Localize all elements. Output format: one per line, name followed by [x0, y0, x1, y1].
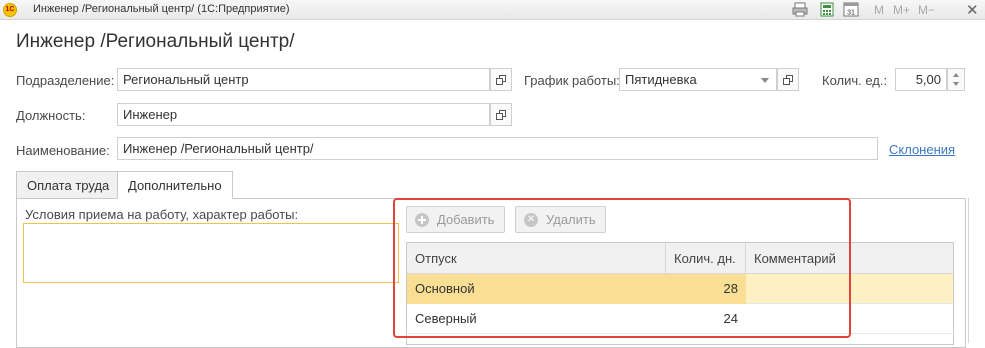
tab-payment[interactable]: Оплата труда	[16, 171, 121, 199]
cell-days: 24	[723, 311, 738, 326]
calculator-icon[interactable]	[819, 2, 835, 17]
name-field[interactable]: Инженер /Региональный центр/	[117, 137, 878, 160]
window-titlebar: 1С Инженер /Региональный центр/ (1С:Пред…	[0, 0, 985, 20]
stepper-down-icon[interactable]	[953, 82, 959, 86]
subdivision-open-button[interactable]	[490, 68, 512, 91]
cell-days: 28	[666, 274, 746, 304]
app-logo-icon: 1С	[3, 3, 17, 17]
delete-circle-icon: ✕	[524, 213, 538, 227]
column-header-days[interactable]: Колич. дн.	[666, 243, 746, 274]
memory-minus-button[interactable]: M−	[918, 3, 935, 17]
stepper-up-icon[interactable]	[953, 73, 959, 77]
table-header: Отпуск Колич. дн. Комментарий	[407, 243, 953, 274]
cell-comment	[746, 274, 953, 304]
schedule-open-button[interactable]	[777, 68, 799, 91]
calendar-day-text: 31	[847, 10, 855, 17]
position-field[interactable]: Инженер	[117, 103, 490, 126]
table-row[interactable]: Основной 28	[407, 274, 953, 304]
subdivision-label: Подразделение:	[16, 73, 115, 88]
delete-button-label: Удалить	[546, 212, 596, 227]
tab-additional[interactable]: Дополнительно	[117, 171, 233, 199]
cell-vacation: Северный	[415, 311, 477, 326]
conditions-textarea[interactable]	[23, 223, 399, 283]
add-circle-icon	[415, 213, 429, 227]
calendar-icon[interactable]: 31	[843, 2, 859, 17]
subdivision-field[interactable]: Региональный центр	[117, 68, 490, 91]
chevron-down-icon[interactable]	[761, 78, 769, 83]
window-title: Инженер /Региональный центр/ (1С:Предпри…	[33, 3, 290, 15]
declension-link[interactable]: Склонения	[889, 142, 955, 157]
table-row[interactable]: Северный 24	[407, 304, 953, 334]
cell-comment	[746, 304, 953, 334]
panel-scrollbar[interactable]	[968, 198, 969, 343]
memory-button[interactable]: M	[874, 3, 884, 17]
schedule-field[interactable]: Пятидневка	[619, 68, 777, 91]
memory-plus-button[interactable]: M+	[893, 3, 910, 17]
delete-button[interactable]: ✕ Удалить	[515, 206, 606, 233]
vacation-table: Отпуск Колич. дн. Комментарий Основной 2…	[406, 242, 954, 345]
schedule-label: График работы:	[524, 73, 620, 88]
qty-field[interactable]: 5,00	[895, 68, 947, 91]
position-open-button[interactable]	[490, 103, 512, 126]
column-header-comment[interactable]: Комментарий	[746, 243, 953, 274]
cell-vacation: Основной	[407, 274, 666, 304]
conditions-label: Условия приема на работу, характер работ…	[25, 207, 299, 222]
qty-stepper[interactable]	[947, 68, 965, 91]
print-icon[interactable]	[792, 2, 808, 17]
add-button[interactable]: Добавить	[406, 206, 505, 233]
add-button-label: Добавить	[437, 212, 495, 227]
page-title: Инженер /Региональный центр/	[16, 31, 295, 52]
position-label: Должность:	[16, 108, 86, 123]
column-header-vacation[interactable]: Отпуск	[407, 243, 666, 274]
name-label: Наименование:	[16, 143, 110, 158]
close-window-button[interactable]: ✕	[966, 1, 979, 19]
qty-label: Колич. ед.:	[822, 73, 888, 88]
